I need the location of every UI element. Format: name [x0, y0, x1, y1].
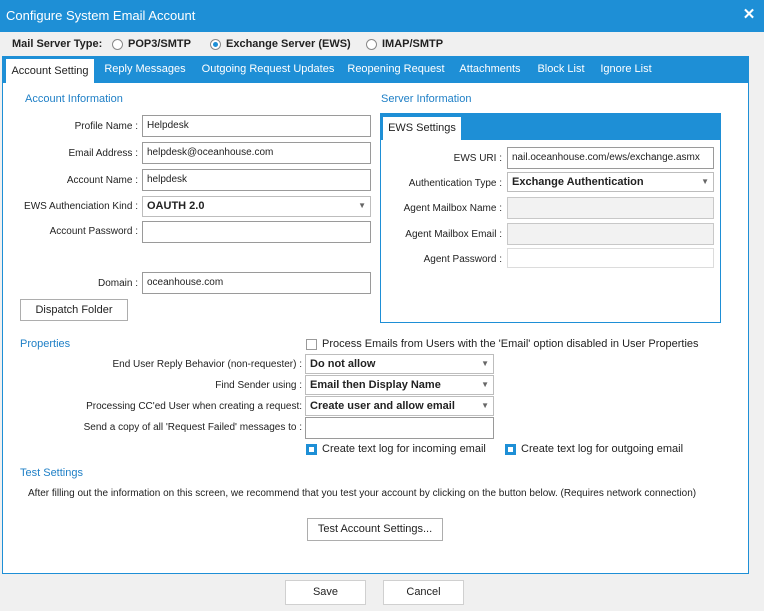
- test-account-settings-button[interactable]: Test Account Settings...: [307, 518, 443, 541]
- account-name-field[interactable]: helpdesk: [142, 169, 371, 191]
- agent-mailbox-email-label: Agent Mailbox Email :: [405, 229, 502, 240]
- radio-pop3[interactable]: [112, 39, 123, 50]
- ews-auth-kind-value: OAUTH 2.0: [147, 200, 205, 212]
- reply-behavior-value: Do not allow: [310, 358, 376, 370]
- email-address-label: Email Address :: [68, 148, 138, 159]
- email-address-field[interactable]: helpdesk@oceanhouse.com: [142, 142, 371, 164]
- server-information-heading: Server Information: [381, 93, 472, 105]
- agent-password-label: Agent Password :: [423, 254, 502, 265]
- domain-label: Domain :: [97, 278, 138, 289]
- reply-behavior-label: End User Reply Behavior (non-requester) …: [112, 359, 302, 370]
- dispatch-folder-button[interactable]: Dispatch Folder: [20, 299, 128, 321]
- agent-password-field[interactable]: [507, 248, 714, 268]
- window-title: Configure System Email Account: [6, 8, 196, 23]
- tab-block-list[interactable]: Block List: [532, 56, 590, 83]
- domain-field[interactable]: oceanhouse.com: [142, 272, 371, 294]
- chevron-down-icon: ▼: [481, 380, 489, 389]
- radio-pop3-label: POP3/SMTP: [128, 38, 191, 50]
- tab-ews-settings[interactable]: EWS Settings: [383, 117, 461, 140]
- chevron-down-icon: ▼: [481, 359, 489, 368]
- chevron-down-icon: ▼: [358, 201, 366, 210]
- radio-imap[interactable]: [366, 39, 377, 50]
- authentication-type-label: Authentication Type :: [408, 178, 502, 189]
- account-password-field[interactable]: [142, 221, 371, 243]
- agent-mailbox-email-field[interactable]: [507, 223, 714, 245]
- process-emails-checkbox[interactable]: [306, 339, 317, 350]
- agent-mailbox-name-label: Agent Mailbox Name :: [403, 203, 502, 214]
- reply-behavior-select[interactable]: Do not allow ▼: [305, 354, 494, 374]
- authentication-type-select[interactable]: Exchange Authentication ▼: [507, 172, 714, 192]
- tab-ignore-list[interactable]: Ignore List: [596, 56, 656, 83]
- log-incoming-label: Create text log for incoming email: [322, 443, 486, 455]
- find-sender-value: Email then Display Name: [310, 379, 441, 391]
- cc-user-select[interactable]: Create user and allow email ▼: [305, 396, 494, 416]
- agent-mailbox-name-field[interactable]: [507, 197, 714, 219]
- tab-bar: Account Setting Reply Messages Outgoing …: [2, 56, 749, 83]
- process-emails-label: Process Emails from Users with the 'Emai…: [322, 338, 699, 350]
- title-bar: Configure System Email Account ✕: [0, 0, 764, 32]
- find-sender-label: Find Sender using :: [215, 380, 302, 391]
- save-button[interactable]: Save: [285, 580, 366, 605]
- ews-uri-field[interactable]: nail.oceanhouse.com/ews/exchange.asmx: [507, 147, 714, 169]
- ews-settings-tabbar: EWS Settings: [381, 114, 720, 140]
- account-information-heading: Account Information: [25, 93, 123, 105]
- account-password-label: Account Password :: [49, 226, 138, 237]
- ews-auth-kind-select[interactable]: OAUTH 2.0 ▼: [142, 196, 371, 217]
- chevron-down-icon: ▼: [701, 177, 709, 186]
- radio-imap-label: IMAP/SMTP: [382, 38, 444, 50]
- ews-auth-kind-label: EWS Authenciation Kind :: [24, 201, 138, 212]
- log-outgoing-checkbox[interactable]: [505, 444, 516, 455]
- profile-name-field[interactable]: Helpdesk: [142, 115, 371, 137]
- authentication-type-value: Exchange Authentication: [512, 176, 644, 188]
- find-sender-select[interactable]: Email then Display Name ▼: [305, 375, 494, 395]
- tab-attachments[interactable]: Attachments: [454, 56, 526, 83]
- radio-exchange-label: Exchange Server (EWS): [226, 38, 351, 50]
- tab-outgoing-request-updates[interactable]: Outgoing Request Updates: [196, 56, 340, 83]
- tab-account-setting[interactable]: Account Setting: [6, 59, 94, 83]
- test-settings-heading: Test Settings: [20, 467, 83, 479]
- tab-reply-messages[interactable]: Reply Messages: [100, 56, 190, 83]
- log-outgoing-label: Create text log for outgoing email: [521, 443, 684, 455]
- cc-user-label: Processing CC'ed User when creating a re…: [86, 401, 302, 412]
- cancel-button[interactable]: Cancel: [383, 580, 464, 605]
- account-name-label: Account Name :: [66, 175, 138, 186]
- ews-uri-label: EWS URI :: [453, 153, 502, 164]
- close-icon[interactable]: ✕: [740, 6, 758, 24]
- profile-name-label: Profile Name :: [74, 121, 138, 132]
- copy-failed-field[interactable]: [305, 417, 494, 439]
- properties-heading: Properties: [20, 338, 71, 350]
- chevron-down-icon: ▼: [481, 401, 489, 410]
- mail-server-type-label: Mail Server Type:: [12, 38, 103, 50]
- log-incoming-checkbox[interactable]: [306, 444, 317, 455]
- tab-reopening-request[interactable]: Reopening Request: [344, 56, 448, 83]
- radio-exchange[interactable]: [210, 39, 221, 50]
- copy-failed-label: Send a copy of all 'Request Failed' mess…: [83, 422, 302, 433]
- test-settings-description: After filling out the information on thi…: [28, 488, 697, 499]
- cc-user-value: Create user and allow email: [310, 400, 455, 412]
